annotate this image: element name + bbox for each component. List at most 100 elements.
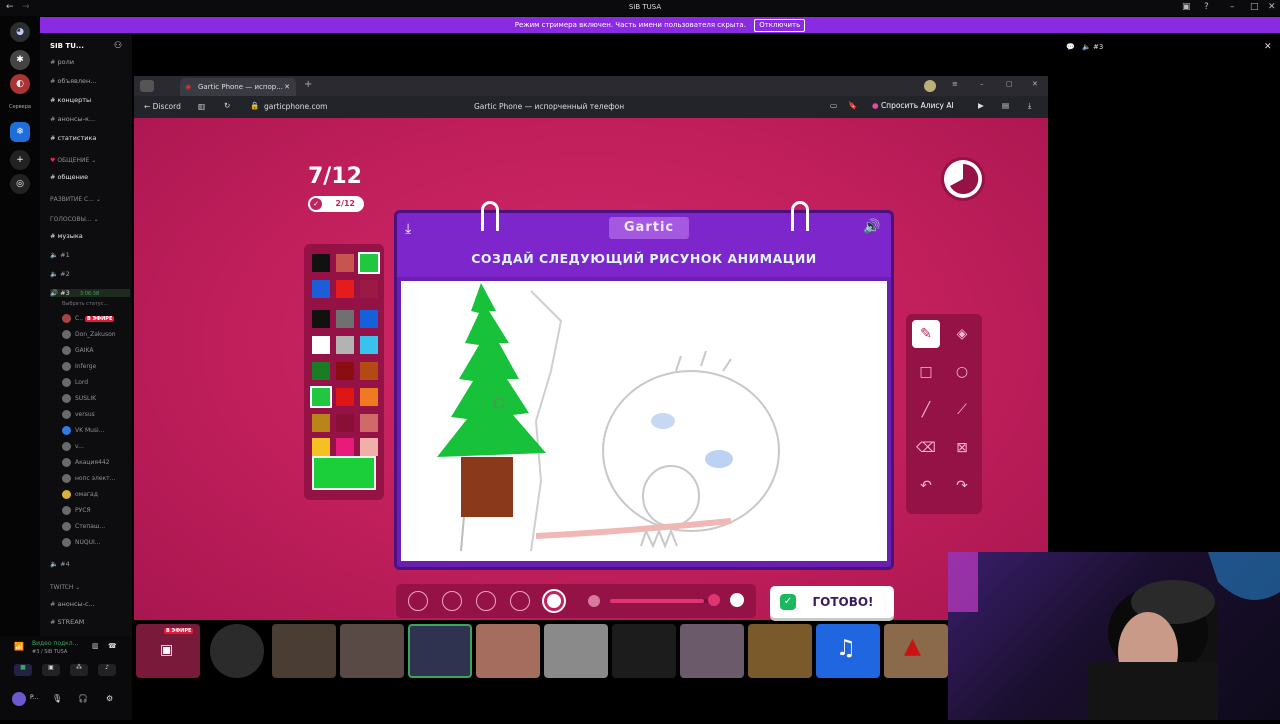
back-arrow-icon[interactable]: ← — [6, 2, 14, 12]
participant-tile[interactable]: ♫ — [816, 624, 880, 678]
color-swatch[interactable] — [360, 388, 378, 406]
voice-user[interactable]: Акация442 — [62, 458, 132, 467]
download-icon[interactable]: ⤓ — [405, 221, 411, 237]
add-member-icon[interactable]: ⚇ — [114, 41, 122, 51]
voice-channel[interactable]: 🔈 #1 — [50, 251, 130, 259]
category-header[interactable]: TWITCH ⌄ — [50, 584, 130, 591]
participant-tile[interactable]: ▲ — [884, 624, 948, 678]
participant-tile[interactable] — [476, 624, 540, 678]
color-swatch[interactable] — [360, 362, 378, 380]
browser-close-icon[interactable]: ✕ — [1032, 80, 1038, 88]
color-swatch[interactable] — [312, 362, 330, 380]
voice-user[interactable]: С.. В ЭФИРЕ — [62, 314, 132, 323]
color-swatch[interactable] — [336, 362, 354, 380]
color-swatch[interactable] — [336, 414, 354, 432]
voice-channel[interactable]: 🔈 #2 — [50, 270, 130, 278]
color-swatch[interactable] — [336, 438, 354, 456]
voice-user[interactable]: versus — [62, 410, 132, 419]
color-swatch[interactable] — [312, 280, 330, 298]
color-swatch[interactable] — [360, 438, 378, 456]
discover-icon[interactable]: ◎ — [10, 174, 30, 194]
done-button[interactable]: ✓ ГОТОВО! — [770, 586, 894, 618]
url-field[interactable]: garticphone.com — [264, 102, 327, 111]
color-swatch[interactable] — [312, 414, 330, 432]
color-swatch[interactable] — [336, 254, 354, 272]
eyedropper-icon[interactable]: ⟋ — [948, 396, 976, 424]
voice-user[interactable]: Lord — [62, 378, 132, 387]
opacity-slider[interactable] — [610, 599, 720, 603]
brush-size-option[interactable] — [510, 591, 530, 611]
color-swatch[interactable] — [358, 252, 380, 274]
participant-tile[interactable] — [408, 624, 472, 678]
close-tab-icon[interactable]: ✕ — [284, 78, 290, 96]
drawing-canvas[interactable] — [401, 281, 887, 561]
browser-maximize-icon[interactable]: ▢ — [1006, 80, 1013, 88]
channel-item[interactable]: # музыка — [50, 232, 130, 240]
microphone-icon[interactable]: 🎙 — [52, 694, 62, 703]
brush-size-option[interactable] — [408, 591, 428, 611]
speaker-icon[interactable]: 🔊 — [863, 219, 880, 235]
tabs-menu-icon[interactable] — [140, 80, 154, 92]
voice-user[interactable]: SUSLIK — [62, 394, 132, 403]
screen-share-icon[interactable]: ▣ — [1182, 2, 1191, 12]
user-name[interactable]: P... — [30, 694, 38, 701]
color-swatch[interactable] — [312, 310, 330, 328]
reader-mode-icon[interactable]: ▭ — [830, 101, 837, 110]
color-swatch[interactable] — [336, 280, 354, 298]
brush-size-option[interactable] — [442, 591, 462, 611]
voice-user[interactable]: VK Musi... — [62, 426, 132, 435]
color-swatch[interactable] — [312, 336, 330, 354]
headphones-icon[interactable]: 🎧 — [78, 694, 88, 703]
color-swatch[interactable] — [310, 386, 332, 408]
opacity-handle[interactable] — [708, 594, 720, 606]
voice-user[interactable]: омагад — [62, 490, 132, 499]
reload-icon[interactable]: ↻ — [224, 101, 230, 110]
participant-avatar[interactable] — [210, 624, 264, 678]
clear-canvas-icon[interactable]: ⊠ — [948, 434, 976, 462]
channel-item[interactable]: # STREAM — [50, 618, 130, 626]
color-swatch[interactable] — [312, 254, 330, 272]
color-swatch[interactable] — [336, 336, 354, 354]
color-swatch[interactable] — [360, 280, 378, 298]
browser-back-button[interactable]: ← Discord — [144, 102, 181, 111]
discord-home-icon[interactable]: ◕ — [10, 22, 30, 42]
profile-avatar[interactable] — [924, 80, 936, 92]
voice-panel-channel[interactable]: #3 / SIB TUSA — [32, 649, 67, 655]
eraser-icon[interactable]: ⌫ — [912, 434, 940, 462]
user-avatar[interactable] — [12, 692, 26, 706]
new-tab-icon[interactable]: + — [304, 79, 312, 90]
line-tool-icon[interactable]: ╱ — [912, 396, 940, 424]
downloads-icon[interactable]: ⤓ — [1028, 101, 1031, 111]
bookmark-icon[interactable]: 🔖 — [848, 101, 857, 110]
color-swatch[interactable] — [336, 310, 354, 328]
channel-item[interactable]: # общение — [50, 173, 130, 181]
participant-tile[interactable] — [612, 624, 676, 678]
fill-bucket-icon[interactable]: ◈ — [948, 320, 976, 348]
help-icon[interactable]: ? — [1204, 2, 1209, 12]
close-pane-icon[interactable]: ✕ — [1264, 42, 1272, 52]
channel-item[interactable]: # статистика — [50, 134, 130, 142]
forward-arrow-icon[interactable]: → — [22, 2, 30, 12]
voice-panel-title[interactable]: Видео подкл... — [32, 640, 78, 647]
minimize-icon[interactable]: – — [1230, 2, 1235, 12]
voice-user[interactable]: v... — [62, 442, 132, 451]
voice-user[interactable]: NUQUI... — [62, 538, 132, 547]
voice-user[interactable]: РУСЯ — [62, 506, 132, 515]
channel-item[interactable]: # анонсы-с... — [50, 600, 130, 608]
voice-channel-active[interactable]: 🔊 #3 3:06:38 — [50, 289, 130, 297]
channel-item[interactable]: # роли — [50, 58, 130, 66]
voice-user[interactable]: Don_Zakuson — [62, 330, 132, 339]
participant-tile[interactable] — [544, 624, 608, 678]
browser-tab[interactable]: ◉ Gartic Phone — испор... ✕ — [180, 78, 296, 96]
server-icon[interactable]: ❄ — [10, 122, 30, 142]
channel-item[interactable]: # анонсы-к... — [50, 115, 130, 123]
close-icon[interactable]: ✕ — [1268, 2, 1276, 12]
server-icon[interactable]: ◐ — [10, 74, 30, 94]
participant-tile[interactable]: В ЭФИРЕ ▣ — [136, 624, 200, 678]
activities-button[interactable]: ⁂ — [70, 664, 88, 676]
voice-status[interactable]: Выбрать статус... — [62, 301, 132, 307]
ellipse-tool-icon[interactable]: ○ — [948, 358, 976, 386]
alice-assistant-button[interactable]: ● Спросить Алису AI — [872, 101, 954, 110]
soundboard-button[interactable]: ♪ — [98, 664, 116, 676]
color-swatch[interactable] — [312, 438, 330, 456]
